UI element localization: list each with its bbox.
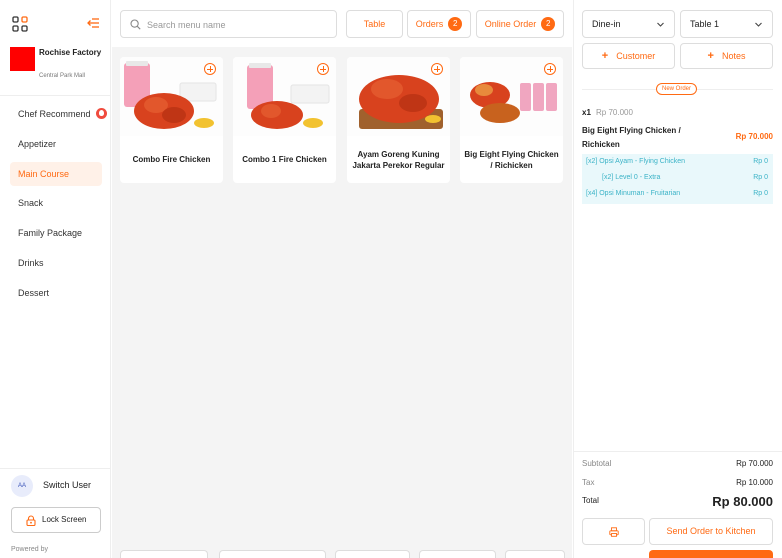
category-dessert[interactable]: Dessert bbox=[10, 281, 102, 305]
category-drinks[interactable]: Drinks bbox=[10, 251, 102, 275]
online-order-label: Online Order bbox=[484, 19, 537, 29]
item-options: [x2] Opsi Ayam - Flying Chicken Rp 0 [x2… bbox=[582, 154, 773, 204]
menu-card[interactable]: Ayam Goreng Kuning Jakarta Perekor Regul… bbox=[347, 57, 450, 183]
category-appetizer[interactable]: Appetizer bbox=[10, 132, 102, 156]
item-unit-price: Rp 70.000 bbox=[596, 108, 633, 117]
brand-name: Rochise Factory bbox=[39, 48, 102, 57]
bottom-tab[interactable] bbox=[120, 550, 208, 558]
fire-icon bbox=[96, 108, 107, 119]
print-icon bbox=[609, 527, 619, 537]
divider bbox=[0, 468, 111, 469]
category-family-package[interactable]: Family Package bbox=[10, 221, 102, 245]
add-notes-button[interactable]: + Notes bbox=[680, 43, 773, 69]
category-label: Chef Recommend bbox=[18, 109, 91, 119]
lock-icon bbox=[26, 515, 36, 526]
switch-user-button[interactable]: Switch User bbox=[43, 480, 91, 490]
order-type-value: Dine-in bbox=[592, 19, 621, 29]
sidebar: Rochise Factory Central Park Mall Chef R… bbox=[0, 0, 111, 558]
option-price: Rp 0 bbox=[753, 190, 768, 197]
menu-card[interactable]: Combo 1 Fire Chicken bbox=[233, 57, 336, 183]
bottom-tab[interactable] bbox=[335, 550, 410, 558]
collapse-sidebar-icon[interactable] bbox=[86, 16, 100, 30]
menu-card[interactable]: Combo Fire Chicken bbox=[120, 57, 223, 183]
table-label: Table bbox=[363, 19, 386, 29]
tax-value: Rp 10.000 bbox=[736, 478, 773, 487]
category-chef-recommend[interactable]: Chef Recommend bbox=[10, 102, 107, 126]
brand-location: Central Park Mall bbox=[39, 73, 86, 79]
brand: Rochise Factory Central Park Mall bbox=[10, 47, 110, 87]
chevron-down-icon bbox=[657, 22, 664, 27]
search-input[interactable] bbox=[147, 17, 327, 32]
brand-logo bbox=[10, 47, 35, 71]
lock-screen-label: Lock Screen bbox=[42, 515, 87, 524]
add-item-icon[interactable] bbox=[204, 63, 216, 75]
add-customer-button[interactable]: + Customer bbox=[582, 43, 675, 69]
add-item-icon[interactable] bbox=[317, 63, 329, 75]
option-price: Rp 0 bbox=[753, 174, 768, 181]
search-icon bbox=[130, 19, 141, 30]
total-label: Total bbox=[582, 496, 599, 505]
menu-item-name: Combo Fire Chicken bbox=[132, 155, 211, 164]
lock-screen-button[interactable]: Lock Screen bbox=[11, 507, 101, 533]
category-label: Dessert bbox=[18, 288, 50, 298]
customer-label: Customer bbox=[616, 51, 656, 61]
bottom-tab[interactable] bbox=[419, 550, 496, 558]
table-value: Table 1 bbox=[690, 19, 720, 29]
chevron-down-icon bbox=[755, 22, 762, 27]
orders-button[interactable]: Orders 2 bbox=[407, 10, 471, 38]
menu-item-name: Big Eight Flying Chicken / Richicken bbox=[464, 149, 559, 170]
avatar[interactable]: AA bbox=[11, 475, 33, 497]
menu-item-name: Ayam Goreng Kuning Jakarta Perekor Regul… bbox=[352, 149, 445, 170]
online-order-button[interactable]: Online Order 2 bbox=[476, 10, 564, 38]
option-price: Rp 0 bbox=[753, 158, 768, 165]
bottom-tab[interactable] bbox=[505, 550, 565, 558]
menu-card[interactable]: Big Eight Flying Chicken / Richicken bbox=[460, 57, 563, 183]
plus-icon: + bbox=[707, 50, 714, 62]
divider bbox=[573, 451, 782, 452]
category-label: Snack bbox=[18, 198, 44, 208]
order-item-total: Rp 70.000 bbox=[735, 132, 773, 141]
add-item-icon[interactable] bbox=[431, 63, 443, 75]
add-item-icon[interactable] bbox=[544, 63, 556, 75]
divider bbox=[0, 95, 111, 96]
subtotal-value: Rp 70.000 bbox=[736, 459, 773, 468]
option-label: [x2] Level 0 - Extra bbox=[602, 174, 661, 181]
tax-label: Tax bbox=[582, 478, 595, 487]
table-select[interactable]: Table 1 bbox=[680, 10, 773, 38]
menu-item-name: Combo 1 Fire Chicken bbox=[242, 155, 327, 164]
category-main-course[interactable]: Main Course bbox=[10, 162, 102, 186]
category-label: Appetizer bbox=[18, 139, 57, 149]
option-label: [x2] Opsi Ayam - Flying Chicken bbox=[586, 158, 686, 165]
category-snack[interactable]: Snack bbox=[10, 191, 102, 215]
grid-menu-icon[interactable] bbox=[12, 16, 28, 32]
category-label: Drinks bbox=[18, 258, 44, 268]
bottom-tab[interactable] bbox=[219, 550, 326, 558]
powered-by: Powered by bbox=[11, 546, 48, 553]
send-to-kitchen-button[interactable]: Send Order to Kitchen bbox=[649, 518, 773, 545]
plus-icon: + bbox=[601, 50, 609, 62]
subtotal-label: Subtotal bbox=[582, 459, 612, 468]
order-item-name[interactable]: Big Eight Flying Chicken / Richicken bbox=[582, 124, 707, 152]
orders-count-badge: 2 bbox=[448, 16, 463, 31]
orders-label: Orders bbox=[415, 19, 444, 29]
category-label: Family Package bbox=[18, 228, 83, 238]
print-button[interactable] bbox=[582, 518, 645, 545]
table-button[interactable]: Table bbox=[346, 10, 403, 38]
option-label: [x4] Opsi Minuman - Fruitarian bbox=[586, 190, 681, 197]
new-order-badge: New Order bbox=[656, 83, 698, 95]
item-quantity: x1 bbox=[582, 108, 591, 117]
order-type-select[interactable]: Dine-in bbox=[582, 10, 675, 38]
online-order-count-badge: 2 bbox=[541, 16, 556, 31]
notes-label: Notes bbox=[721, 51, 746, 61]
pay-button[interactable] bbox=[649, 550, 773, 558]
total-value: Rp 80.000 bbox=[712, 494, 773, 509]
search-box[interactable] bbox=[120, 10, 337, 38]
category-label: Main Course bbox=[18, 169, 70, 179]
